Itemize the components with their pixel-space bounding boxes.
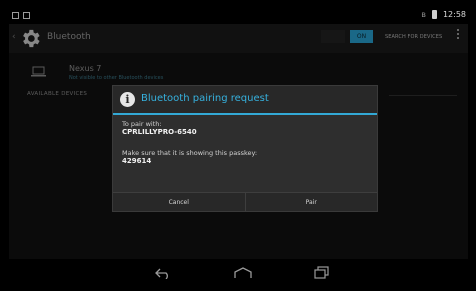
info-icon: i [120,92,135,107]
recents-icon[interactable] [314,266,329,279]
back-icon[interactable] [154,267,172,279]
notification-icons [12,12,30,19]
battery-icon [431,10,437,19]
dialog-title: Bluetooth pairing request [141,93,269,104]
passkey-value: 429614 [122,157,152,165]
system-icons: ʙ 12:58 [421,10,466,19]
dialog-buttons: Cancel Pair [113,192,377,211]
dialog-header: i Bluetooth pairing request [113,86,377,113]
cancel-button[interactable]: Cancel [113,193,245,211]
pair-button[interactable]: Pair [244,193,378,211]
notification-icon [23,12,30,19]
notification-icon [12,12,19,19]
dialog-body: To pair with: CPRLILLYPRO-6540 Make sure… [113,115,377,192]
device-name-value: CPRLILLYPRO-6540 [122,128,197,136]
clock: 12:58 [442,10,466,19]
home-icon[interactable] [233,267,253,279]
android-screen: ʙ 12:58 ‹ Bluetooth ON SEARCH FOR DEVICE… [9,9,468,291]
bluetooth-icon: ʙ [421,10,426,19]
pair-with-label: To pair with: [122,120,162,128]
status-bar: ʙ 12:58 [9,9,468,24]
passkey-label: Make sure that it is showing this passke… [122,149,258,157]
navigation-bar [9,259,468,291]
pairing-dialog: i Bluetooth pairing request To pair with… [112,85,378,212]
